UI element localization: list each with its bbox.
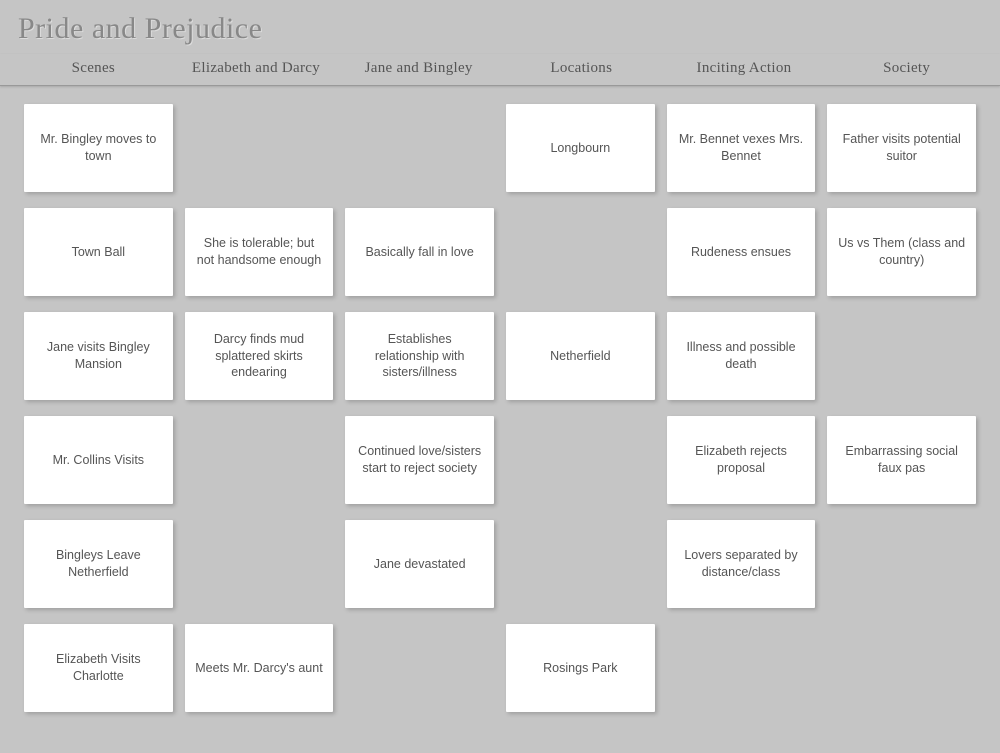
story-card[interactable]: Darcy finds mud splattered skirts endear… bbox=[185, 312, 334, 400]
empty-cell bbox=[506, 416, 655, 504]
column-header[interactable]: Jane and Bingley bbox=[337, 54, 500, 85]
story-card[interactable]: Rudeness ensues bbox=[667, 208, 816, 296]
story-card[interactable]: Jane visits Bingley Mansion bbox=[24, 312, 173, 400]
story-card[interactable]: Jane devastated bbox=[345, 520, 494, 608]
story-card[interactable]: She is tolerable; but not handsome enoug… bbox=[185, 208, 334, 296]
story-card[interactable]: Continued love/sisters start to reject s… bbox=[345, 416, 494, 504]
empty-cell bbox=[185, 416, 334, 504]
column-header[interactable]: Locations bbox=[500, 54, 663, 85]
empty-cell bbox=[827, 520, 976, 608]
empty-cell bbox=[345, 624, 494, 712]
column-header[interactable]: Inciting Action bbox=[663, 54, 826, 85]
story-card[interactable]: Mr. Bennet vexes Mrs. Bennet bbox=[667, 104, 816, 192]
empty-cell bbox=[185, 104, 334, 192]
story-card[interactable]: Basically fall in love bbox=[345, 208, 494, 296]
empty-cell bbox=[345, 104, 494, 192]
column-header[interactable]: Society bbox=[825, 54, 988, 85]
empty-cell bbox=[827, 312, 976, 400]
story-card[interactable]: Rosings Park bbox=[506, 624, 655, 712]
column-header[interactable]: Elizabeth and Darcy bbox=[175, 54, 338, 85]
story-card[interactable]: Bingleys Leave Netherfield bbox=[24, 520, 173, 608]
story-card[interactable]: Father visits potential suitor bbox=[827, 104, 976, 192]
column-header[interactable]: Scenes bbox=[12, 54, 175, 85]
story-card[interactable]: Town Ball bbox=[24, 208, 173, 296]
story-card[interactable]: Netherfield bbox=[506, 312, 655, 400]
columns-header-row: ScenesElizabeth and DarcyJane and Bingle… bbox=[0, 54, 1000, 86]
story-card[interactable]: Elizabeth rejects proposal bbox=[667, 416, 816, 504]
story-card[interactable]: Elizabeth Visits Charlotte bbox=[24, 624, 173, 712]
story-card[interactable]: Mr. Collins Visits bbox=[24, 416, 173, 504]
empty-cell bbox=[506, 208, 655, 296]
story-card[interactable]: Illness and possible death bbox=[667, 312, 816, 400]
empty-cell bbox=[827, 624, 976, 712]
story-card[interactable]: Us vs Them (class and country) bbox=[827, 208, 976, 296]
story-card[interactable]: Lovers separated by distance/class bbox=[667, 520, 816, 608]
story-card[interactable]: Mr. Bingley moves to town bbox=[24, 104, 173, 192]
header: Pride and Prejudice bbox=[0, 0, 1000, 54]
page-title: Pride and Prejudice bbox=[18, 12, 982, 46]
story-card[interactable]: Meets Mr. Darcy's aunt bbox=[185, 624, 334, 712]
story-card[interactable]: Establishes relationship with sisters/il… bbox=[345, 312, 494, 400]
story-card[interactable]: Embarrassing social faux pas bbox=[827, 416, 976, 504]
empty-cell bbox=[667, 624, 816, 712]
story-board: Mr. Bingley moves to town LongbournMr. Be… bbox=[0, 90, 1000, 712]
empty-cell bbox=[185, 520, 334, 608]
empty-cell bbox=[506, 520, 655, 608]
story-card[interactable]: Longbourn bbox=[506, 104, 655, 192]
